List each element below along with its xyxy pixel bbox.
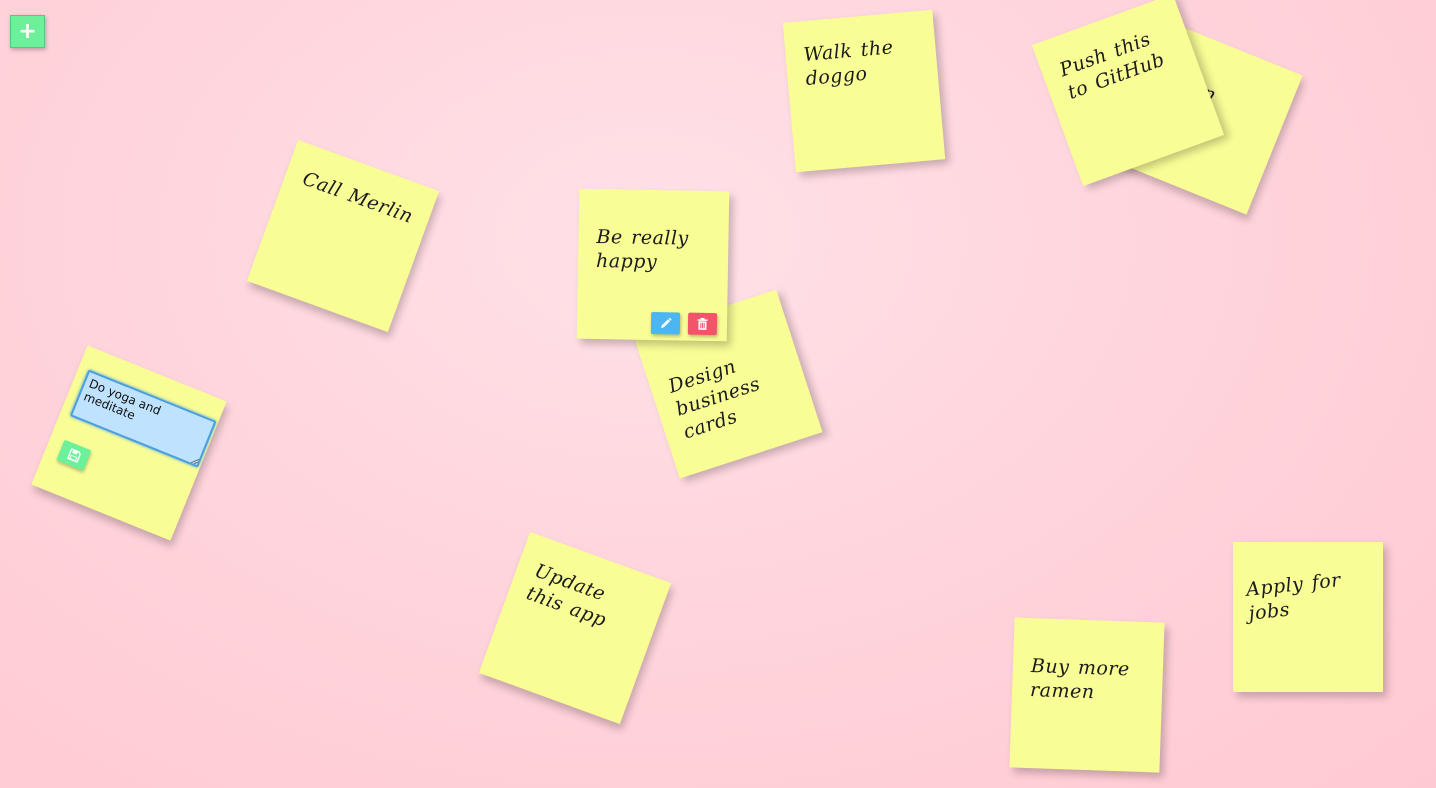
note-text: Call Merlin	[299, 167, 416, 228]
note-text: Update this app	[523, 559, 610, 632]
sticky-note-editing[interactable]: Do yoga and meditate	[31, 345, 227, 541]
sticky-note[interactable]: Apply for jobs	[1233, 542, 1383, 692]
floppy-disk-icon	[66, 447, 81, 463]
note-text: Walk the doggo	[802, 36, 895, 90]
edit-note-button[interactable]	[650, 311, 681, 335]
note-text: Be really happy	[595, 226, 689, 274]
note-text: Design business cards	[665, 355, 763, 444]
pencil-icon	[660, 317, 672, 329]
sticky-note[interactable]: Be really happy	[576, 188, 730, 342]
sticky-note[interactable]: Update this app	[478, 531, 672, 725]
note-actions	[650, 311, 718, 336]
save-note-button[interactable]	[56, 439, 92, 471]
note-text: Push this to GitHub	[1056, 28, 1168, 104]
sticky-note[interactable]: Walk the doggo	[782, 9, 946, 173]
add-note-button[interactable]: +	[10, 15, 45, 48]
sticky-note[interactable]: Buy more ramen	[1009, 617, 1165, 773]
sticky-note[interactable]: Call Merlin	[246, 139, 440, 333]
note-text: Buy more ramen	[1029, 655, 1131, 704]
trash-icon	[697, 317, 708, 330]
delete-note-button[interactable]	[687, 312, 718, 336]
note-text: Apply for jobs	[1245, 569, 1342, 625]
note-text-input[interactable]: Do yoga and meditate	[69, 369, 217, 468]
